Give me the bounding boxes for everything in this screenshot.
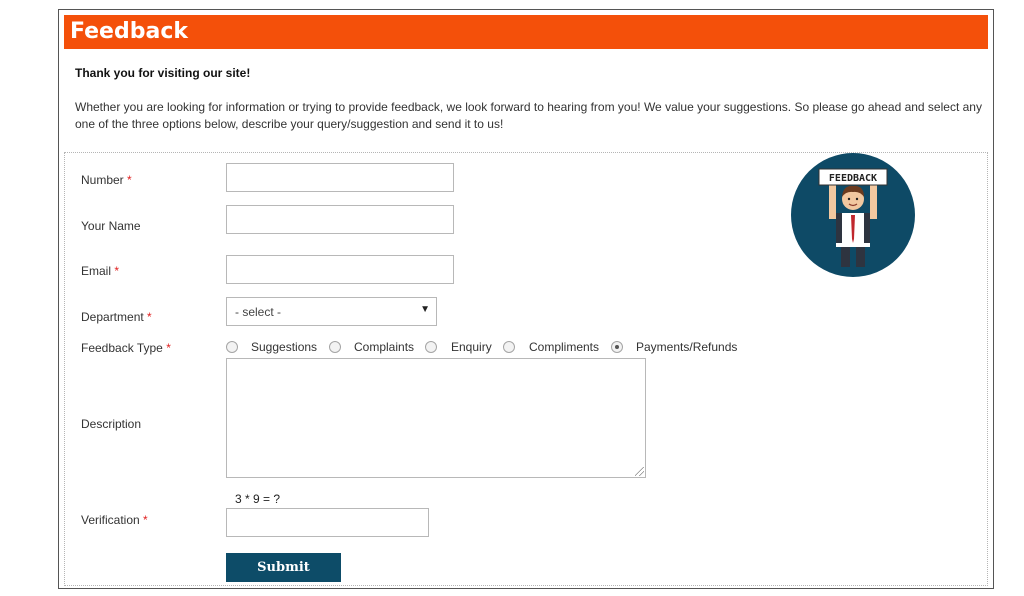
- radio-label[interactable]: Enquiry: [451, 340, 492, 354]
- required-mark: *: [147, 310, 152, 324]
- submit-button[interactable]: Submit: [226, 553, 341, 582]
- sign-text: FEEDBACK: [829, 173, 877, 184]
- description-textarea[interactable]: [226, 358, 646, 478]
- right-leg: [856, 247, 865, 267]
- radio-label[interactable]: Compliments: [529, 340, 599, 354]
- required-mark: *: [114, 264, 120, 278]
- verification-label-text: Verification: [81, 513, 140, 527]
- right-arm: [870, 183, 877, 219]
- verification-label: Verification *: [81, 513, 148, 527]
- radio-suggestions[interactable]: [226, 341, 238, 353]
- number-label: Number *: [81, 173, 132, 187]
- radio-label[interactable]: Payments/Refunds: [636, 340, 737, 354]
- department-selected: - select -: [235, 305, 282, 319]
- radio-label[interactable]: Suggestions: [251, 340, 317, 354]
- feedback-type-label: Feedback Type *: [81, 341, 171, 355]
- email-label: Email *: [81, 264, 119, 278]
- number-input[interactable]: [226, 163, 454, 192]
- resize-handle-icon[interactable]: [635, 467, 644, 476]
- page-title: Feedback: [70, 19, 188, 44]
- name-input[interactable]: [226, 205, 454, 234]
- left-arm: [829, 183, 836, 219]
- feedback-type-label-text: Feedback Type: [81, 341, 163, 355]
- thanks-heading: Thank you for visiting our site!: [75, 66, 251, 80]
- radio-label[interactable]: Complaints: [354, 340, 414, 354]
- email-input[interactable]: [226, 255, 454, 284]
- feedback-panel: Feedback Thank you for visiting our site…: [58, 9, 994, 589]
- required-mark: *: [127, 173, 132, 187]
- required-mark: *: [166, 341, 171, 355]
- radio-payments-refunds[interactable]: [611, 341, 623, 353]
- email-label-text: Email: [81, 264, 112, 278]
- number-label-text: Number: [81, 173, 124, 187]
- department-select[interactable]: - select - ▼: [226, 297, 437, 326]
- required-mark: *: [143, 513, 148, 527]
- left-leg: [841, 247, 850, 267]
- department-label-text: Department: [81, 310, 144, 324]
- radio-enquiry[interactable]: [425, 341, 437, 353]
- feedback-badge-image: FEEDBACK: [791, 153, 915, 277]
- right-eye: [855, 197, 859, 201]
- header-bar: Feedback: [64, 15, 988, 49]
- description-label: Description: [81, 417, 142, 431]
- radio-complaints[interactable]: [329, 341, 341, 353]
- verification-input[interactable]: [226, 508, 429, 537]
- name-label: Your Name: [81, 219, 141, 233]
- jacket-right: [864, 213, 870, 243]
- feedback-form: Number * Your Name Email * Department * …: [64, 152, 988, 586]
- captcha-question: 3 * 9 = ?: [235, 492, 281, 506]
- dropdown-arrow-icon: ▼: [420, 304, 430, 315]
- left-eye: [847, 197, 851, 201]
- intro-text: Whether you are looking for information …: [75, 100, 982, 131]
- jacket-left: [836, 213, 842, 243]
- radio-compliments[interactable]: [503, 341, 515, 353]
- department-label: Department *: [81, 310, 152, 324]
